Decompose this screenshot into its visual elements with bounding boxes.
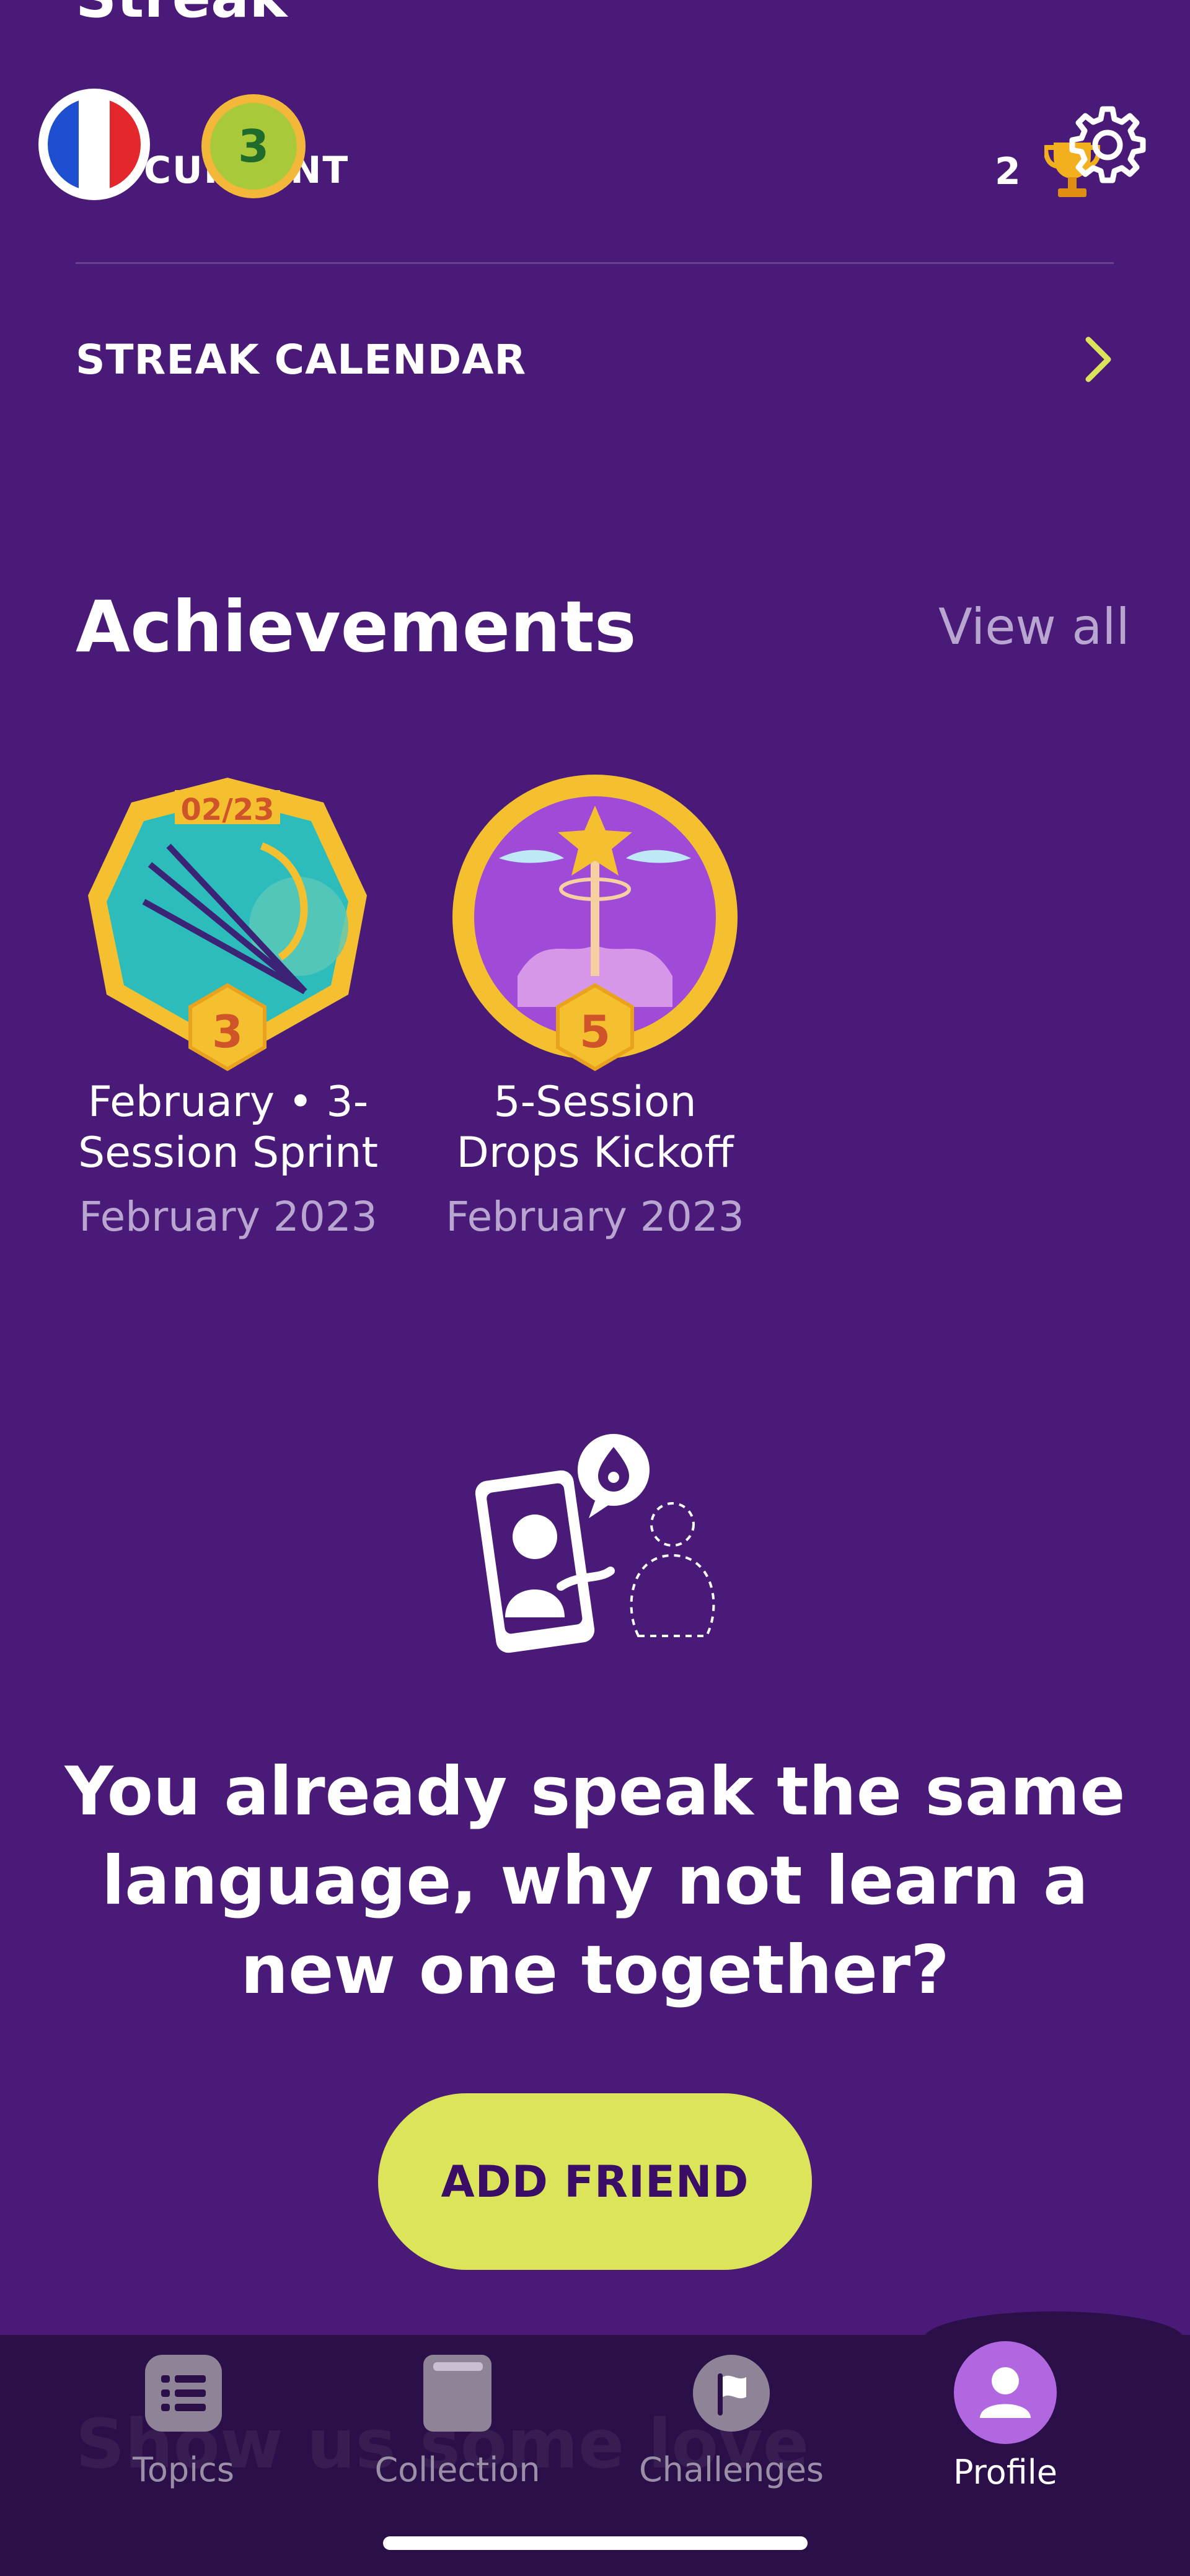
book-icon	[423, 2355, 491, 2432]
user-icon	[954, 2341, 1057, 2444]
achievement-name: February • 3- Session Sprint	[55, 1077, 402, 1179]
achievement-date: February 2023	[446, 1193, 744, 1241]
gear-icon[interactable]	[1067, 104, 1148, 187]
badge-level: 3	[212, 1006, 243, 1058]
nav-label: Topics	[133, 2450, 234, 2489]
nav-item-profile[interactable]: Profile	[894, 2341, 1117, 2492]
flag-icon	[693, 2355, 770, 2432]
trophy-count: 2	[995, 150, 1021, 193]
achievement-name: 5-Session Drops Kickoff	[421, 1077, 769, 1179]
achievement-name-line2: Session Sprint	[77, 1128, 378, 1177]
nav-item-topics[interactable]: Topics	[72, 2355, 295, 2489]
nav-label: Challenges	[638, 2450, 824, 2489]
streak-calendar-label: STREAK CALENDAR	[76, 335, 527, 384]
invite-headline: You already speak the same language, why…	[62, 1747, 1128, 2015]
streak-coin-badge[interactable]: 3	[201, 94, 306, 198]
section-divider	[76, 262, 1114, 264]
nav-label: Profile	[953, 2453, 1057, 2492]
invite-headline-line3: new one together?	[240, 1932, 950, 2009]
view-all-link[interactable]: View all	[938, 598, 1130, 656]
achievement-name-line1: 5-Session	[493, 1078, 697, 1127]
invite-headline-line2: language, why not learn a	[102, 1842, 1088, 1920]
france-flag-icon[interactable]	[38, 89, 150, 200]
rocket-badge-icon: 5	[452, 775, 738, 1071]
friend-phone-illustration	[468, 1431, 728, 1669]
arrows-badge-icon: 02/23 3	[88, 778, 367, 1071]
streak-section-title: Streak	[76, 0, 287, 30]
streak-calendar-row[interactable]: STREAK CALENDAR	[76, 322, 1117, 397]
badge-date-stamp: 02/23	[180, 793, 274, 827]
chevron-right-icon	[1085, 336, 1111, 382]
achievement-card[interactable]: 02/23 3	[76, 771, 379, 1078]
invite-headline-line1: You already speak the same	[64, 1753, 1126, 1831]
list-icon	[145, 2355, 222, 2432]
badge-level: 5	[580, 1006, 610, 1058]
nav-item-collection[interactable]: Collection	[346, 2355, 569, 2489]
achievement-name-line2: Drops Kickoff	[456, 1128, 734, 1177]
streak-count: 3	[210, 103, 297, 190]
achievements-title: Achievements	[76, 586, 637, 668]
nav-label: Collection	[374, 2450, 540, 2489]
achievement-card[interactable]: 5	[443, 771, 747, 1078]
achievement-name-line1: February • 3-	[87, 1078, 369, 1127]
achievement-date: February 2023	[79, 1193, 377, 1241]
home-indicator	[383, 2536, 808, 2550]
add-friend-button[interactable]: ADD FRIEND	[378, 2093, 812, 2270]
nav-item-challenges[interactable]: Challenges	[620, 2355, 843, 2489]
